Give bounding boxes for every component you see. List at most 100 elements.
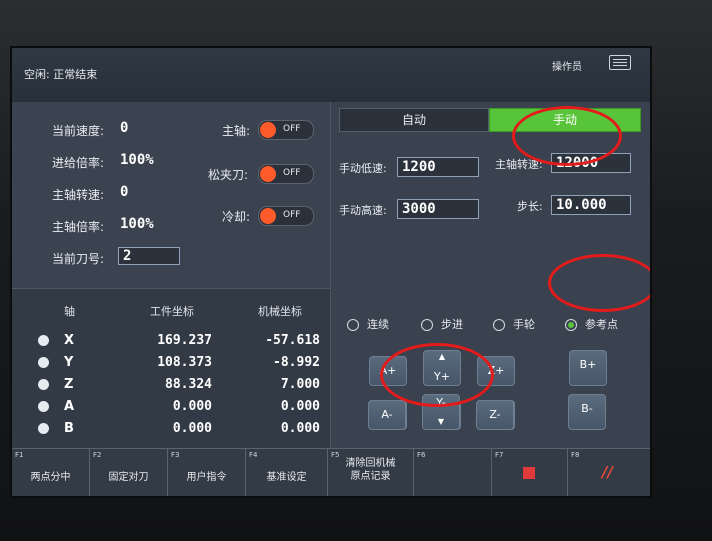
- axis-dot-icon: [38, 335, 49, 346]
- f1-key[interactable]: F1 两点分中: [12, 449, 90, 496]
- table-row: A 0.000 0.000: [12, 397, 330, 419]
- table-row: Z 88.324 7.000: [12, 375, 330, 397]
- spindle-toggle-label: 主轴:: [222, 124, 251, 138]
- fkey-number: F6: [417, 451, 426, 459]
- operator-label[interactable]: 操作员: [552, 58, 582, 73]
- jog-label: Y+: [434, 370, 450, 383]
- spindle-speed-input[interactable]: 12000: [551, 153, 631, 173]
- axis-name: B: [64, 421, 74, 436]
- axis-dot-icon: [38, 357, 49, 368]
- toggle-state: OFF: [283, 210, 301, 220]
- machine-coordinate: 0.000: [280, 421, 320, 436]
- radio-continuous[interactable]: 连续: [347, 316, 389, 332]
- axis-dot-icon: [38, 401, 49, 412]
- work-coordinate: 88.324: [165, 377, 212, 392]
- spindle-speed-value: 0: [120, 184, 129, 200]
- toggle-knob: [260, 166, 276, 182]
- coolant-toggle[interactable]: OFF: [258, 206, 314, 226]
- axis-name: Y: [64, 355, 74, 370]
- status-text: 空闲: 正常结束: [24, 68, 98, 81]
- down-arrow-icon: ▼: [437, 417, 445, 426]
- spindle-speed-setting-label: 主轴转速:: [495, 158, 543, 171]
- spindle-rate-label: 主轴倍率:: [52, 220, 105, 234]
- tool-clamp-toggle[interactable]: OFF: [258, 164, 314, 184]
- jog-z-plus-button[interactable]: Z+: [477, 356, 515, 386]
- jog-b-plus-button[interactable]: B+: [569, 350, 607, 386]
- work-coordinate: 0.000: [172, 399, 212, 414]
- manual-low-input[interactable]: 1200: [397, 157, 479, 177]
- f5-key[interactable]: F5 清除回机械 原点记录: [328, 449, 414, 496]
- machine-coordinate: 7.000: [280, 377, 320, 392]
- work-coord-header: 工件坐标: [150, 305, 194, 318]
- spindle-rate-value: 100%: [120, 216, 154, 232]
- stop-square-icon: [523, 467, 535, 479]
- fkey-label: 两点分中: [30, 472, 71, 483]
- up-arrow-icon: ▲: [438, 352, 446, 361]
- axis-name: X: [64, 333, 75, 348]
- f3-key[interactable]: F3 用户指令: [168, 449, 246, 496]
- axis-dot-icon: [38, 423, 49, 434]
- function-key-bar: F1 两点分中 F2 固定对刀 F3 用户指令 F4 基准设定 F5 清除回机械…: [12, 448, 650, 496]
- jog-y-plus-button[interactable]: ▲ Y+: [423, 350, 461, 386]
- manual-high-label: 手动高速:: [339, 204, 387, 217]
- machine-coordinate: -8.992: [273, 355, 320, 370]
- f6-key[interactable]: F6: [414, 449, 492, 496]
- radio-circle: [421, 319, 433, 331]
- fkey-number: F7: [495, 451, 504, 459]
- fkey-number: F1: [15, 451, 24, 459]
- jog-a-minus-button[interactable]: A-: [368, 400, 406, 430]
- fkey-label-line2: 原点记录: [350, 471, 391, 482]
- tool-number-label: 当前刀号:: [52, 252, 105, 266]
- keyboard-icon[interactable]: [609, 55, 631, 70]
- fkey-label: 基准设定: [266, 472, 307, 483]
- step-input[interactable]: 10.000: [551, 195, 631, 215]
- coordinates-table: 轴 工件坐标 机械坐标 X 169.237 -57.618 Y 108.373 …: [12, 288, 330, 449]
- spindle-speed-label: 主轴转速:: [52, 188, 105, 202]
- feed-rate-label: 进给倍率:: [52, 156, 105, 170]
- axis-name: A: [64, 399, 75, 414]
- tool-number-input[interactable]: 2: [118, 247, 180, 265]
- radio-label: 步进: [441, 318, 463, 331]
- radio-label: 参考点: [585, 318, 618, 331]
- fkey-label: 清除回机械 原点记录: [328, 457, 413, 483]
- step-label: 步长:: [517, 200, 543, 213]
- manual-high-input[interactable]: 3000: [397, 199, 479, 219]
- radio-circle: [493, 319, 505, 331]
- fkey-number: F2: [93, 451, 102, 459]
- table-row: Y 108.373 -8.992: [12, 353, 330, 375]
- radio-reference-point[interactable]: 参考点: [565, 316, 618, 332]
- f8-key[interactable]: F8 //: [568, 449, 650, 496]
- spindle-toggle[interactable]: OFF: [258, 120, 314, 140]
- radio-label: 手轮: [513, 318, 535, 331]
- toggle-knob: [260, 208, 276, 224]
- jog-z-minus-button[interactable]: Z-: [476, 400, 514, 430]
- coolant-label: 冷却:: [222, 210, 251, 224]
- fkey-number: F3: [171, 451, 180, 459]
- work-coordinate: 108.373: [157, 355, 212, 370]
- f4-key[interactable]: F4 基准设定: [246, 449, 328, 496]
- fkey-number: F4: [249, 451, 258, 459]
- jog-a-plus-button[interactable]: A+: [369, 356, 407, 386]
- radio-handwheel[interactable]: 手轮: [493, 316, 535, 332]
- f2-key[interactable]: F2 固定对刀: [90, 449, 168, 496]
- radio-step[interactable]: 步进: [421, 316, 463, 332]
- cnc-screen: 空闲: 正常结束 操作员 当前速度: 0 进给倍率: 100% 主轴转速: 0 …: [12, 48, 650, 496]
- machine-coord-header: 机械坐标: [258, 305, 302, 318]
- speed-label: 当前速度:: [52, 124, 105, 138]
- axis-name: Z: [64, 377, 74, 392]
- toggle-state: OFF: [283, 124, 301, 134]
- fkey-number: F8: [571, 451, 580, 459]
- axis-header: 轴: [64, 305, 75, 318]
- tool-clamp-label: 松夹刀:: [208, 168, 249, 182]
- feed-rate-value: 100%: [120, 152, 154, 168]
- jog-label: Y-: [436, 396, 446, 409]
- work-coordinate: 0.000: [172, 421, 212, 436]
- tab-manual[interactable]: 手动: [489, 108, 641, 132]
- toggle-state: OFF: [283, 168, 301, 178]
- jog-b-minus-button[interactable]: B-: [568, 394, 606, 430]
- radio-label: 连续: [367, 318, 389, 331]
- jog-y-minus-button[interactable]: Y- ▼: [422, 394, 460, 430]
- tab-auto[interactable]: 自动: [339, 108, 489, 132]
- f7-key[interactable]: F7: [492, 449, 568, 496]
- fkey-label: 固定对刀: [108, 472, 149, 483]
